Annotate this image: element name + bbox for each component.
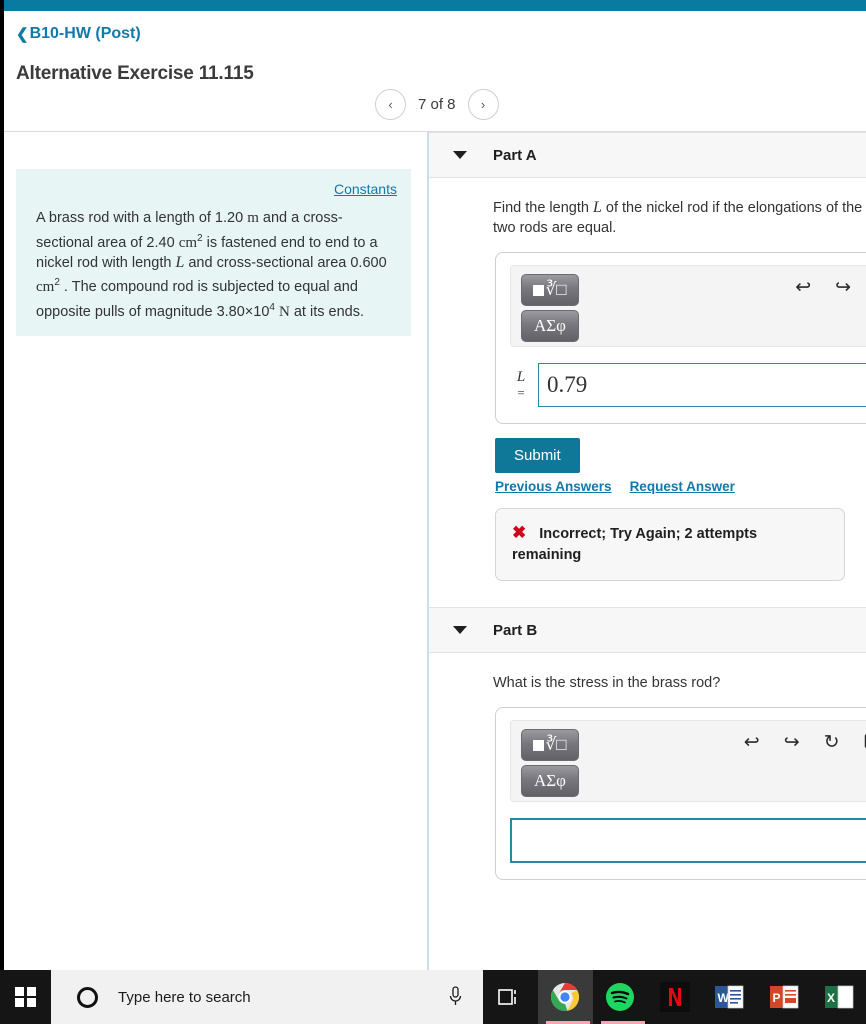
redo-icon-a[interactable]: ↪ — [835, 278, 851, 297]
math-toolbar-b: ∛□ ΑΣφ ↩ ↪ ↻ ⌨ ? — [510, 720, 866, 802]
radical-glyph-a: ∛□ — [545, 280, 567, 299]
chrome-icon — [551, 983, 580, 1012]
greek-label-a: ΑΣφ — [534, 316, 566, 335]
microphone-glyph — [450, 986, 462, 1005]
square-root-template-icon-a[interactable]: ∛□ — [521, 274, 579, 306]
constants-link[interactable]: Constants — [36, 181, 397, 197]
taskbar-app-excel[interactable]: X — [811, 970, 866, 1024]
excel-icon: X — [824, 985, 853, 1009]
submit-button-a[interactable]: Submit — [495, 438, 580, 473]
svg-text:X: X — [827, 991, 835, 1005]
answer-pane: Part A Find the length L of the nickel r… — [429, 132, 866, 970]
answer-eq-a: = — [517, 385, 525, 401]
part-header-a[interactable]: Part A — [429, 132, 866, 178]
taskbar-app-chrome[interactable] — [537, 970, 593, 1024]
taskbar-app-powerpoint[interactable]: P — [757, 970, 812, 1024]
svg-text:P: P — [772, 991, 780, 1005]
cortana-circle-icon — [77, 986, 99, 1008]
problem-statement-text: A brass rod with a length of 1.20 m and … — [36, 208, 397, 322]
greek-label-b: ΑΣφ — [534, 771, 566, 790]
greek-symbols-button-b[interactable]: ΑΣφ — [521, 765, 579, 797]
task-view-glyph — [498, 989, 517, 1005]
unit-cm-2: cm — [36, 279, 55, 296]
caret-down-icon-b[interactable] — [453, 626, 467, 634]
problem-text-4: and cross-sectional area 0.600 — [184, 254, 387, 271]
redo-icon-b[interactable]: ↪ — [784, 733, 800, 752]
task-view-icon[interactable] — [483, 970, 538, 1024]
breadcrumb-label: B10-HW (Post) — [29, 25, 141, 42]
previous-answers-link[interactable]: Previous Answers — [495, 479, 612, 494]
taskbar-search-input[interactable]: Type here to search — [51, 970, 429, 1024]
variable-L-question: L — [592, 199, 602, 216]
powerpoint-icon: P — [769, 985, 799, 1009]
problem-text-1: A brass rod with a length of 1.20 — [36, 210, 248, 226]
unit-meter: m — [247, 210, 259, 226]
square-root-template-icon-b[interactable]: ∛□ — [521, 729, 579, 761]
answer-box-a: ∛□ ΑΣφ ↩ ↪ ↻ L = — [495, 252, 866, 424]
answer-row-a: L = — [496, 347, 866, 407]
math-tools-a: ↩ ↪ ↻ — [795, 278, 866, 297]
page-title: Alternative Exercise 11.115 — [16, 63, 254, 84]
microphone-icon[interactable] — [428, 970, 484, 1024]
template-square-b — [533, 739, 545, 751]
greek-symbols-button-a[interactable]: ΑΣφ — [521, 310, 579, 342]
part-header-b[interactable]: Part B — [429, 607, 866, 653]
request-answer-link[interactable]: Request Answer — [630, 479, 735, 494]
answer-input-a[interactable] — [538, 363, 866, 407]
answer-row-b — [496, 802, 866, 863]
math-tools-b: ↩ ↪ ↻ ⌨ — [744, 733, 866, 752]
problem-pane: Constants A brass rod with a length of 1… — [4, 132, 427, 970]
question-text-b: What is the stress in the brass rod? — [429, 653, 866, 707]
prev-page-button[interactable]: ‹ — [375, 89, 406, 120]
part-label-b: Part B — [493, 621, 538, 639]
spacer-ab — [429, 581, 866, 607]
pagination: ‹ 7 of 8 › — [375, 89, 499, 120]
word-icon: W — [715, 985, 744, 1009]
answer-variable-label-a: L = — [510, 369, 532, 401]
problem-statement-card: Constants A brass rod with a length of 1… — [16, 169, 411, 336]
caret-down-icon-a[interactable] — [453, 151, 467, 159]
question-a-pre: Find the length — [493, 200, 593, 216]
unit-cm-1: cm — [178, 234, 198, 251]
undo-icon-b[interactable]: ↩ — [744, 733, 760, 752]
undo-icon-a[interactable]: ↩ — [795, 278, 811, 297]
answer-input-b[interactable] — [510, 818, 866, 863]
feedback-message-a: ✖ Incorrect; Try Again; 2 attempts remain… — [495, 508, 845, 581]
unit-newton: N — [278, 303, 290, 320]
radical-glyph-b: ∛□ — [545, 735, 567, 754]
template-square-a — [533, 284, 545, 296]
answer-links-a: Previous Answers Request Answer — [429, 473, 866, 494]
windows-taskbar: Type here to search W P X — [0, 970, 866, 1024]
feedback-text-a: Incorrect; Try Again; 2 attempts remaini… — [512, 526, 758, 563]
answer-box-b: ∛□ ΑΣφ ↩ ↪ ↻ ⌨ ? — [495, 707, 866, 880]
question-text-a: Find the length L of the nickel rod if t… — [429, 178, 866, 252]
page-header: ❮ B10-HW (Post) Alternative Exercise 11.… — [4, 11, 866, 131]
taskbar-app-spotify[interactable] — [593, 970, 648, 1024]
windows-start-icon[interactable] — [0, 970, 51, 1024]
answer-var-a: L — [516, 369, 526, 386]
netflix-icon — [659, 982, 690, 1012]
problem-text-7: at its ends. — [289, 303, 364, 320]
page-indicator: 7 of 8 — [418, 96, 456, 113]
search-placeholder-label: Type here to search — [118, 988, 251, 1006]
reset-icon-b[interactable]: ↻ — [824, 733, 840, 752]
taskbar-app-word[interactable]: W — [702, 970, 757, 1024]
submit-row-a: Submit — [429, 424, 866, 473]
question-b-pre: What is the stress in the brass rod? — [493, 675, 721, 691]
app-screen: ❮ B10-HW (Post) Alternative Exercise 11.… — [0, 0, 866, 1024]
breadcrumb[interactable]: ❮ B10-HW (Post) — [16, 25, 141, 43]
top-accent-bar — [4, 0, 866, 11]
start-logo-glyph — [15, 986, 36, 1008]
next-page-button[interactable]: › — [467, 89, 499, 120]
taskbar-app-netflix[interactable] — [647, 970, 702, 1024]
spotify-icon — [605, 983, 634, 1011]
chevron-left-icon: ❮ — [16, 25, 29, 43]
variable-L-problem: L — [175, 253, 185, 271]
error-x-icon: ✖ — [512, 523, 527, 542]
part-label-a: Part A — [493, 146, 537, 164]
math-toolbar-a: ∛□ ΑΣφ ↩ ↪ ↻ — [510, 265, 866, 347]
window-left-edge — [0, 0, 4, 970]
